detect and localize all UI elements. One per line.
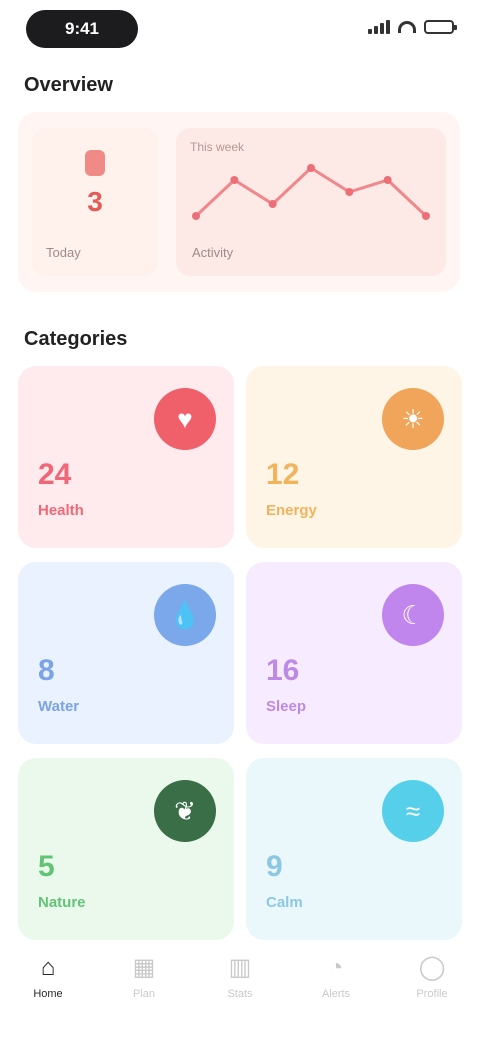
app-screen: 9:41 Overview 3 Today This week Activity… — [0, 0, 480, 1040]
stat-value: 3 — [87, 186, 103, 217]
status-time: 9:41 — [26, 10, 138, 48]
category-card-health[interactable]: ♥ 24 Health — [18, 366, 234, 548]
status-bar: 9:41 — [0, 0, 480, 64]
categories-title: Categories — [24, 328, 128, 350]
status-icons — [368, 20, 457, 34]
heart-icon — [85, 150, 105, 176]
trend-point — [383, 176, 392, 184]
home-icon: ⌂ — [40, 954, 56, 981]
moon-icon: ☾ — [382, 584, 444, 646]
sun-icon: ☀ — [382, 388, 444, 450]
chart-icon: ▥ — [228, 954, 252, 981]
category-card-calm[interactable]: ≈ 9 Calm — [246, 758, 462, 940]
category-label: Calm — [266, 894, 303, 911]
tab-label: Alerts — [321, 988, 351, 1000]
drop-icon: 💧 — [154, 584, 216, 646]
trend-line — [194, 166, 428, 218]
category-card-sleep[interactable]: ☾ 16 Sleep — [246, 562, 462, 744]
trend-title: This week — [190, 140, 245, 154]
tab-stats[interactable]: ▥ Stats — [200, 954, 280, 1040]
wave-icon: ≈ — [382, 780, 444, 842]
category-card-energy[interactable]: ☀ 12 Energy — [246, 366, 462, 548]
tab-label: Home — [33, 988, 63, 1000]
profile-icon: ◯ — [418, 954, 446, 981]
category-count: 8 — [38, 654, 55, 687]
category-label: Nature — [38, 894, 86, 911]
tab-label: Plan — [132, 988, 156, 1000]
trend-point — [422, 212, 430, 220]
trend-point — [230, 176, 239, 184]
trend-point — [345, 188, 354, 196]
category-label: Energy — [266, 502, 317, 519]
category-label: Health — [38, 502, 84, 519]
weekly-trend-card[interactable]: This week Activity — [176, 128, 446, 276]
tab-label: Profile — [416, 988, 448, 1000]
category-label: Sleep — [266, 698, 307, 715]
tab-alerts[interactable]: ◔ Alerts — [296, 954, 376, 1040]
wifi-icon — [398, 21, 416, 33]
category-count: 16 — [266, 654, 300, 687]
trend-point — [192, 212, 200, 220]
category-label: Water — [38, 698, 80, 715]
tab-label: Stats — [227, 988, 253, 1000]
bell-icon: ◔ — [328, 954, 344, 981]
stat-label: Today — [46, 245, 81, 260]
tab-profile[interactable]: ◯ Profile — [392, 954, 472, 1040]
trend-label: Activity — [192, 245, 234, 260]
bottom-tab-bar: ⌂ Home ▦ Plan ▥ Stats ◔ Alerts ◯ Profile — [0, 940, 480, 1040]
category-count: 5 — [38, 850, 55, 883]
calendar-icon: ▦ — [132, 954, 156, 981]
overview-panel: 3 Today This week Activity — [18, 112, 460, 292]
trend-sparkline — [192, 164, 430, 220]
today-stat-card[interactable]: 3 Today — [32, 128, 158, 276]
category-count: 24 — [38, 458, 72, 491]
heart-icon: ♥ — [154, 388, 216, 450]
category-card-nature[interactable]: ❦ 5 Nature — [18, 758, 234, 940]
battery-icon — [424, 20, 457, 34]
trend-point — [307, 164, 315, 172]
overview-title: Overview — [24, 74, 113, 96]
category-count: 12 — [266, 458, 300, 491]
leaf-icon: ❦ — [154, 780, 216, 842]
category-card-water[interactable]: 💧 8 Water — [18, 562, 234, 744]
tab-home[interactable]: ⌂ Home — [8, 954, 88, 1040]
category-count: 9 — [266, 850, 283, 883]
signal-icon — [368, 20, 390, 34]
tab-plan[interactable]: ▦ Plan — [104, 954, 184, 1040]
trend-point — [268, 200, 277, 208]
